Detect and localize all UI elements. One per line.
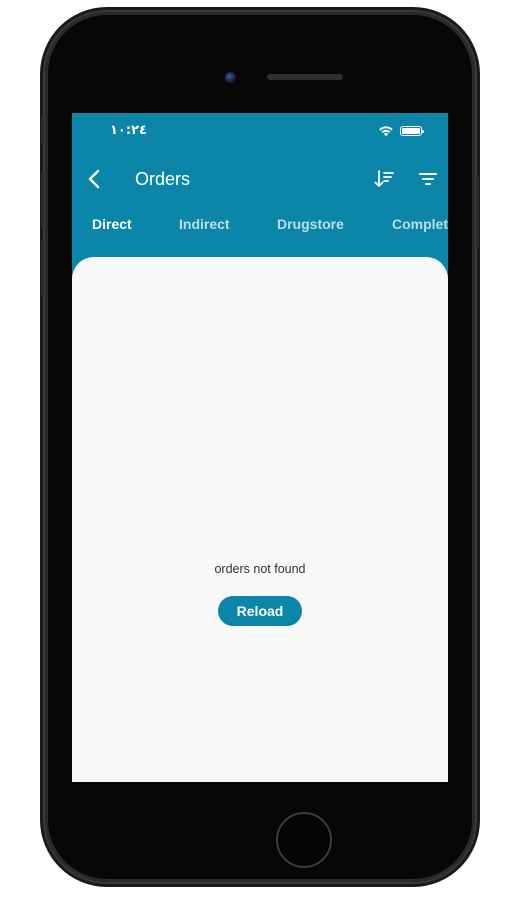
tab-completed[interactable]: Complet (392, 216, 448, 232)
filter-icon (419, 173, 437, 185)
tab-direct[interactable]: Direct (92, 216, 132, 232)
tab-indirect[interactable]: Indirect (179, 216, 230, 232)
front-camera (225, 72, 236, 83)
power-button (476, 177, 479, 247)
mute-switch (41, 117, 44, 145)
status-time: ١٠:٢٤ (110, 123, 147, 138)
battery-fill (402, 128, 420, 134)
home-button[interactable] (276, 812, 332, 868)
battery-icon (400, 126, 424, 136)
app-screen: ١٠:٢٤ Orders Direct Indirect Drugstore C… (72, 113, 448, 782)
status-bar: ١٠:٢٤ (72, 113, 448, 151)
earpiece-speaker (267, 74, 343, 80)
volume-down-button (41, 240, 44, 295)
empty-state-message: orders not found (214, 562, 306, 576)
reload-button[interactable]: Reload (218, 596, 302, 626)
order-tabs: Direct Indirect Drugstore Complet (72, 209, 448, 239)
sort-descending-icon (374, 170, 394, 187)
chevron-left-icon (88, 169, 100, 189)
app-bar: Orders (72, 157, 448, 201)
wifi-icon (379, 126, 393, 137)
back-button[interactable] (80, 165, 108, 193)
volume-up-button (41, 172, 44, 227)
status-icons (378, 125, 424, 137)
sort-button[interactable] (372, 167, 396, 191)
orders-list-area: orders not found Reload (72, 257, 448, 782)
filter-button[interactable] (416, 167, 440, 191)
tab-drugstore[interactable]: Drugstore (277, 216, 344, 232)
page-title: Orders (135, 169, 191, 189)
